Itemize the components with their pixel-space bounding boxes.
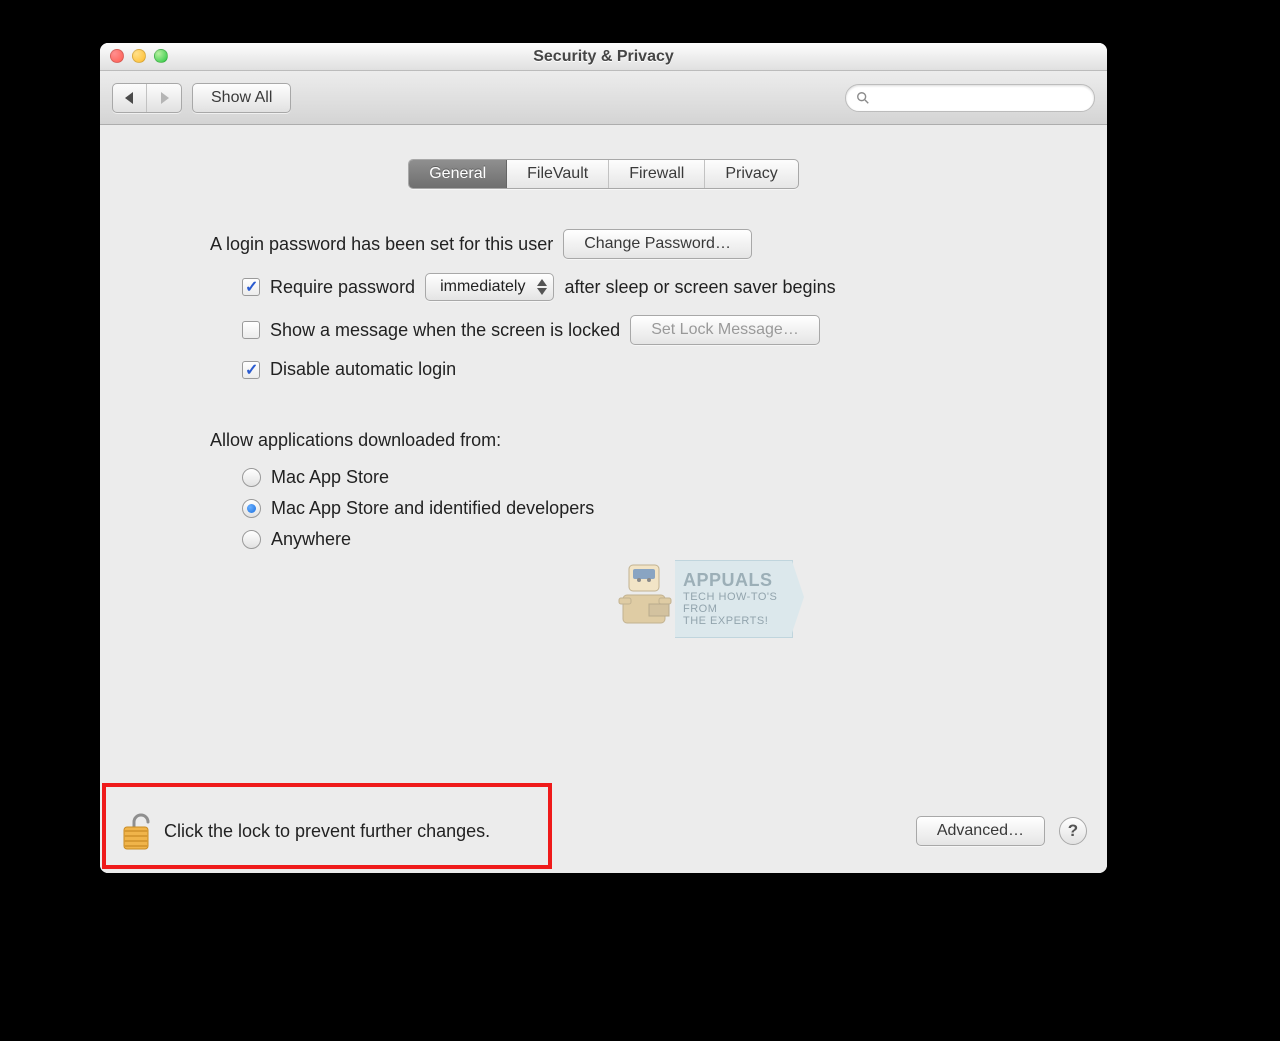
watermark-tagline1: TECH HOW-TO'S FROM	[683, 591, 784, 615]
radio-row-mas: Mac App Store	[242, 467, 997, 488]
require-password-delay-popup[interactable]: immediately	[425, 273, 554, 301]
radio-anywhere[interactable]	[242, 530, 261, 549]
advanced-button[interactable]: Advanced…	[916, 816, 1045, 846]
help-label: ?	[1068, 821, 1078, 841]
disable-auto-login-checkbox[interactable]	[242, 361, 260, 379]
disable-auto-login-label: Disable automatic login	[270, 359, 456, 380]
radio-mac-app-store-identified[interactable]	[242, 499, 261, 518]
forward-button[interactable]	[147, 84, 181, 112]
radio-row-anywhere: Anywhere	[242, 529, 997, 550]
watermark-tagline2: THE EXPERTS!	[683, 615, 784, 627]
zoom-window-button[interactable]	[154, 49, 168, 63]
set-lock-message-button[interactable]: Set Lock Message…	[630, 315, 820, 345]
lock-text: Click the lock to prevent further change…	[164, 821, 490, 842]
security-privacy-window: Security & Privacy Show All Genera	[100, 43, 1107, 873]
require-password-row: Require password immediately after sleep…	[210, 273, 997, 301]
tabs: General FileVault Firewall Privacy	[100, 159, 1107, 189]
radio-mac-app-store[interactable]	[242, 468, 261, 487]
tab-general[interactable]: General	[409, 160, 507, 188]
updown-icon	[537, 277, 547, 297]
triangle-right-icon	[159, 92, 169, 104]
login-password-text: A login password has been set for this u…	[210, 234, 553, 255]
require-password-delay-value: immediately	[440, 278, 525, 296]
radio-anywhere-label: Anywhere	[271, 529, 351, 550]
search-icon	[856, 91, 870, 105]
require-password-suffix: after sleep or screen saver begins	[564, 277, 835, 298]
footer-right: Advanced… ?	[916, 816, 1087, 846]
tab-privacy[interactable]: Privacy	[705, 160, 797, 188]
general-pane: A login password has been set for this u…	[100, 189, 1107, 550]
unlocked-lock-icon	[120, 810, 156, 852]
show-message-checkbox[interactable]	[242, 321, 260, 339]
lock-area[interactable]: Click the lock to prevent further change…	[120, 810, 490, 852]
triangle-left-icon	[125, 92, 135, 104]
show-message-row: Show a message when the screen is locked…	[210, 315, 997, 345]
tab-firewall[interactable]: Firewall	[609, 160, 705, 188]
help-button[interactable]: ?	[1059, 817, 1087, 845]
tab-strip: General FileVault Firewall Privacy	[408, 159, 799, 189]
nav-segment	[112, 83, 182, 113]
appuals-watermark: APPUALS TECH HOW-TO'S FROM THE EXPERTS!	[615, 560, 793, 638]
show-message-label: Show a message when the screen is locked	[270, 320, 620, 341]
traffic-lights	[110, 49, 168, 63]
show-all-label: Show All	[211, 89, 272, 107]
radio-row-mas-id: Mac App Store and identified developers	[242, 498, 997, 519]
change-password-label: Change Password…	[584, 235, 731, 253]
tab-filevault[interactable]: FileVault	[507, 160, 609, 188]
disable-auto-login-row: Disable automatic login	[210, 359, 997, 380]
show-all-button[interactable]: Show All	[192, 83, 291, 113]
allow-apps-title: Allow applications downloaded from:	[210, 430, 997, 451]
titlebar: Security & Privacy	[100, 43, 1107, 71]
back-button[interactable]	[113, 84, 147, 112]
window-title: Security & Privacy	[533, 48, 674, 65]
body: General FileVault Firewall Privacy A log…	[100, 125, 1107, 873]
search-field[interactable]	[845, 84, 1095, 112]
minimize-window-button[interactable]	[132, 49, 146, 63]
login-password-row: A login password has been set for this u…	[210, 229, 997, 259]
close-window-button[interactable]	[110, 49, 124, 63]
search-input[interactable]	[876, 88, 1084, 107]
watermark-banner: APPUALS TECH HOW-TO'S FROM THE EXPERTS!	[675, 560, 793, 638]
cartoon-icon	[615, 560, 675, 630]
require-password-label: Require password	[270, 277, 415, 298]
require-password-checkbox[interactable]	[242, 278, 260, 296]
gatekeeper-radio-group: Mac App Store Mac App Store and identifi…	[210, 467, 997, 550]
radio-mas-label: Mac App Store	[271, 467, 389, 488]
toolbar: Show All	[100, 71, 1107, 125]
advanced-label: Advanced…	[937, 822, 1024, 840]
change-password-button[interactable]: Change Password…	[563, 229, 752, 259]
watermark-brand: APPUALS	[683, 571, 784, 589]
radio-mas-id-label: Mac App Store and identified developers	[271, 498, 594, 519]
set-lock-message-label: Set Lock Message…	[651, 321, 799, 339]
footer: Click the lock to prevent further change…	[100, 789, 1107, 873]
